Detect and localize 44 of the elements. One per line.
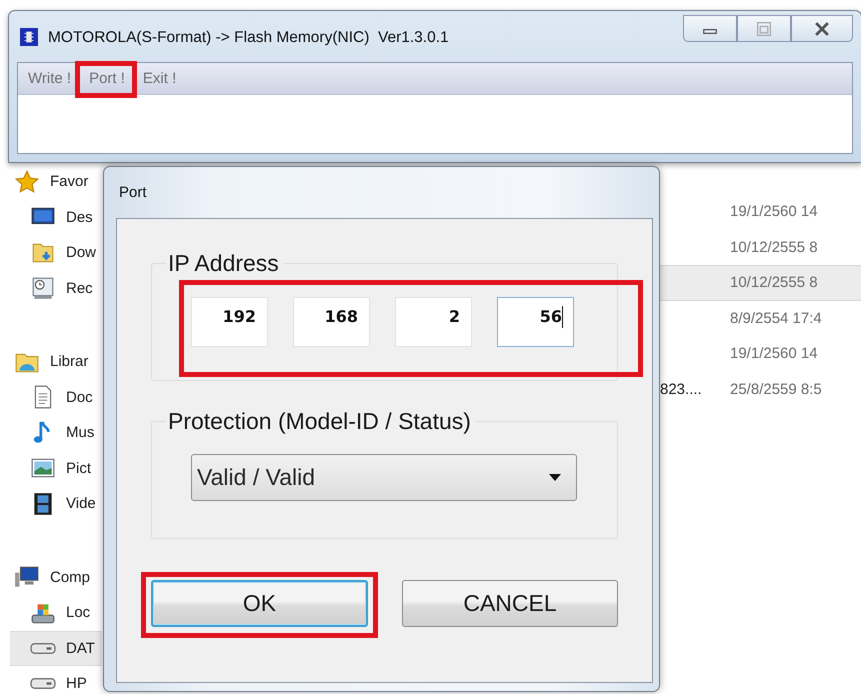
- nav-item[interactable]: DAT: [10, 630, 102, 666]
- ip-octet-field[interactable]: 56: [497, 297, 574, 347]
- drive-icon: [30, 678, 56, 690]
- clock-icon: [30, 275, 56, 302]
- nav-item[interactable]: Loc: [10, 595, 102, 630]
- cancel-button[interactable]: CANCEL: [402, 580, 618, 627]
- nav-item[interactable]: Dow: [10, 235, 102, 270]
- nav-item[interactable]: Comp: [10, 560, 102, 595]
- nav-item[interactable]: Doc: [10, 380, 102, 415]
- file-name: 823....: [660, 380, 702, 398]
- ok-button[interactable]: OK: [151, 580, 368, 627]
- ip-octet-field[interactable]: 2: [395, 297, 472, 347]
- drive-icon: [30, 642, 56, 654]
- close-button[interactable]: [791, 15, 853, 42]
- star-icon: [14, 168, 40, 195]
- nav-item[interactable]: Des: [10, 200, 102, 235]
- maximize-icon: [757, 22, 771, 36]
- date-modified: 25/8/2559 8:5: [730, 380, 822, 398]
- nav-item[interactable]: Librar: [10, 344, 102, 380]
- caret-icon: [549, 474, 561, 481]
- dialog-title: Port: [118, 183, 148, 203]
- menu-item[interactable]: Exit !: [142, 70, 176, 86]
- ip-octet-field[interactable]: 192: [191, 297, 268, 347]
- nav-item[interactable]: Favor: [10, 164, 102, 200]
- chip-icon: [20, 28, 38, 46]
- date-modified: 19/1/2560 14: [730, 203, 818, 220]
- nav-item[interactable]: Pict: [10, 450, 102, 486]
- window-title: MOTOROLA(S-Format) -> Flash Memory(NIC) Ver1.3.0.1: [48, 29, 450, 47]
- menu-item[interactable]: Write !: [28, 70, 72, 86]
- nav-item[interactable]: Mus: [10, 415, 102, 450]
- close-icon: [815, 22, 829, 36]
- text-cursor: [562, 306, 563, 328]
- minimize-icon: [703, 29, 717, 34]
- date-modified: 10/12/2555 8: [730, 274, 818, 292]
- nav-item[interactable]: Rec: [10, 270, 102, 306]
- date-modified: 19/1/2560 14: [730, 345, 818, 362]
- nav-item[interactable]: HP: [10, 666, 102, 694]
- menu-item[interactable]: Port !: [89, 70, 125, 86]
- ip-octet-field[interactable]: 168: [293, 297, 370, 347]
- date-modified: 10/12/2555 8: [730, 238, 818, 256]
- dropdown[interactable]: Valid / Valid: [191, 454, 577, 501]
- minimize-button[interactable]: [683, 15, 737, 42]
- date-modified: 8/9/2554 17:4: [730, 310, 822, 327]
- nav-item[interactable]: Vide: [10, 486, 102, 522]
